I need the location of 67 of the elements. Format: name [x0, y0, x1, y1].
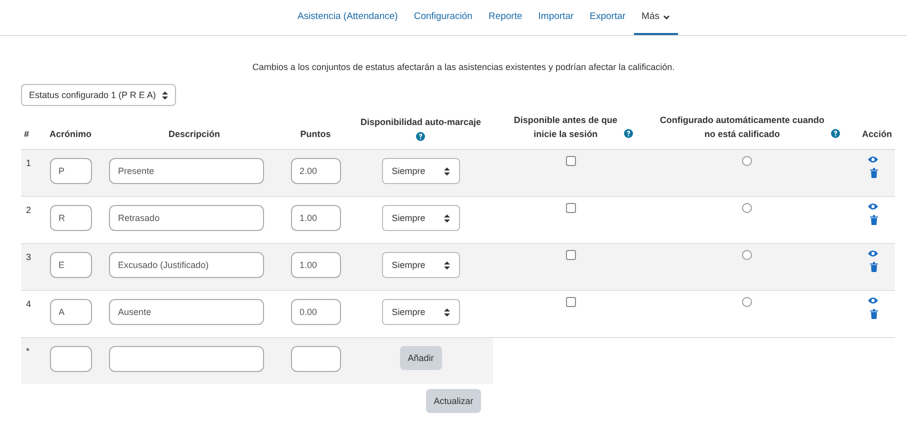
points-field[interactable]: 2.00	[290, 158, 340, 184]
add-button[interactable]: Añadir	[400, 346, 442, 370]
points-field[interactable]: 0.00	[290, 299, 340, 325]
nav-tab[interactable]: Configuración	[406, 0, 480, 35]
eye-icon[interactable]	[868, 156, 878, 163]
description-field[interactable]: Excusado (Justificado)	[109, 252, 264, 278]
acronym-field[interactable]	[50, 346, 92, 372]
availability-select[interactable]: Siempre	[382, 252, 460, 278]
points-field[interactable]: 1.00	[290, 205, 340, 231]
description-field[interactable]	[109, 346, 264, 372]
nav-tab[interactable]: Reporte	[480, 0, 530, 35]
row-number: 4	[26, 299, 32, 309]
nav-tab[interactable]: Asistencia (Attendance)	[289, 0, 406, 35]
updown-icon	[444, 214, 450, 222]
eye-icon[interactable]	[868, 297, 878, 304]
checkbox[interactable]	[566, 297, 576, 307]
row-number: 3	[26, 252, 32, 262]
nav-tab[interactable]: Importar	[530, 0, 582, 35]
updown-icon	[444, 308, 450, 316]
new-row-marker: *	[26, 346, 30, 356]
column-header: Disponible antes de que inicie la sesión	[512, 114, 618, 140]
updown-icon	[162, 90, 168, 100]
help-icon[interactable]	[416, 132, 426, 141]
column-header: Disponibilidad auto-marcaje	[360, 116, 482, 129]
availability-select[interactable]: Siempre	[382, 205, 460, 231]
checkbox[interactable]	[566, 250, 576, 260]
nav-tab[interactable]: Exportar	[582, 0, 634, 35]
trash-icon[interactable]	[870, 309, 878, 319]
checkbox[interactable]	[566, 156, 576, 166]
availability-select[interactable]: Siempre	[382, 299, 460, 325]
column-header: #	[24, 128, 30, 140]
trash-icon[interactable]	[870, 215, 878, 225]
nav-tab[interactable]: Más	[634, 0, 678, 35]
radio-button[interactable]	[742, 297, 752, 307]
points-field[interactable]: 1.00	[290, 252, 340, 278]
radio-button[interactable]	[742, 203, 752, 213]
acronym-field[interactable]: E	[50, 252, 92, 278]
radio-button[interactable]	[742, 250, 752, 260]
column-header: Puntos	[300, 128, 331, 140]
acronym-field[interactable]: A	[50, 299, 92, 325]
update-button[interactable]: Actualizar	[426, 389, 482, 413]
checkbox[interactable]	[566, 203, 576, 213]
eye-icon[interactable]	[868, 250, 878, 257]
help-icon[interactable]	[830, 129, 840, 138]
notice-text: Cambios a los conjuntos de estatus afectarán a las asistencias existentes y podrían afectar la calificación.	[251, 62, 676, 72]
eye-icon[interactable]	[868, 203, 878, 210]
radio-button[interactable]	[742, 156, 752, 166]
column-header: Descripción	[168, 128, 220, 141]
row-number: 2	[26, 205, 32, 215]
description-field[interactable]: Presente	[109, 158, 264, 184]
description-field[interactable]: Retrasado	[109, 205, 264, 231]
column-header: Acrónimo	[50, 128, 92, 140]
availability-select[interactable]: Siempre	[382, 158, 460, 184]
updown-icon	[444, 260, 450, 270]
trash-icon[interactable]	[870, 262, 878, 272]
trash-icon[interactable]	[870, 168, 878, 178]
acronym-field[interactable]: R	[50, 205, 92, 231]
updown-icon	[444, 166, 450, 176]
column-header: Configurado automáticamente cuando no está calificado	[658, 114, 826, 140]
help-icon[interactable]	[624, 129, 634, 138]
status-set-select[interactable]: Estatus configurado 1 (P R E A)	[21, 84, 176, 106]
column-header: Acción	[862, 128, 892, 140]
acronym-field[interactable]: P	[50, 158, 92, 184]
row-number: 1	[26, 158, 32, 168]
chevron-icon	[662, 15, 670, 20]
description-field[interactable]: Ausente	[109, 299, 264, 325]
points-field[interactable]	[290, 346, 340, 372]
